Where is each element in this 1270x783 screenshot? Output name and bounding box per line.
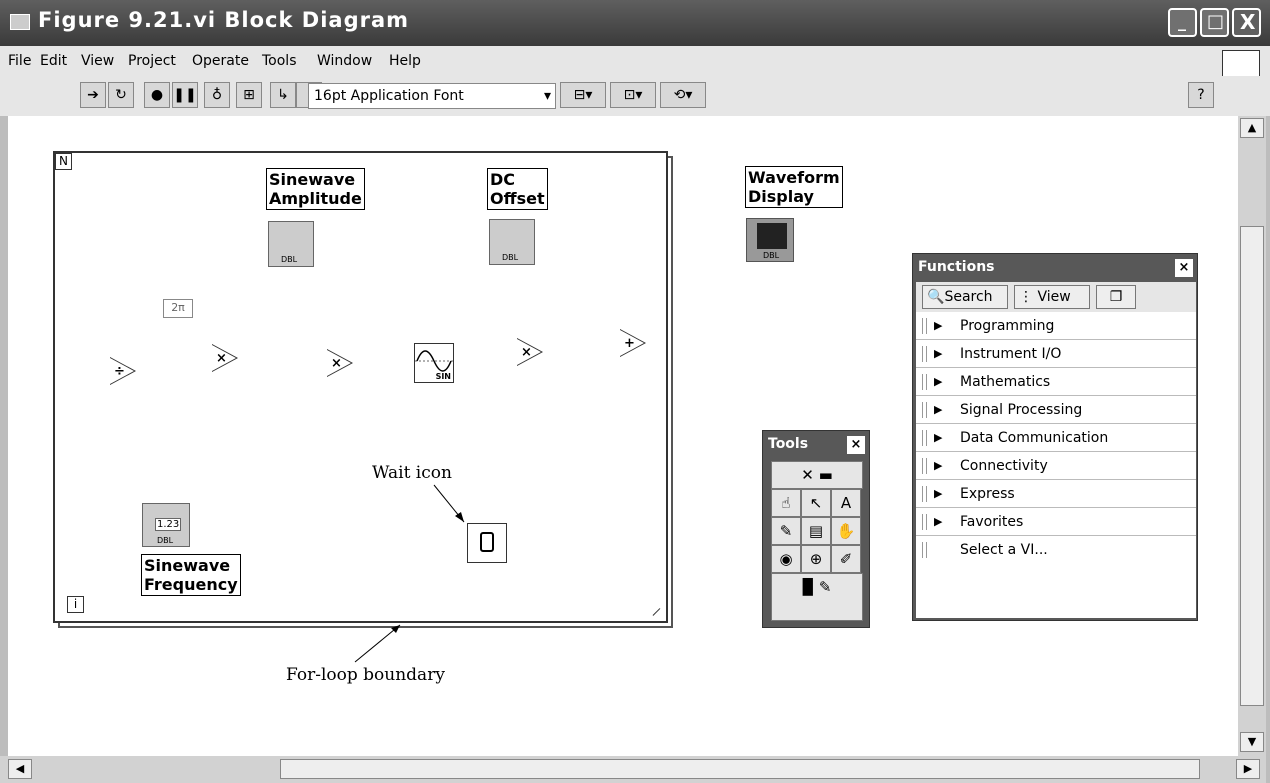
auto-tool-icon[interactable]: ✕ ▬: [771, 461, 863, 489]
expand-icon: ▶: [934, 403, 943, 416]
view-button[interactable]: ⋮ View: [1014, 285, 1090, 309]
position-tool-icon[interactable]: ↖: [801, 489, 831, 517]
expand-icon: ▶: [934, 459, 943, 472]
select-a-vi-item[interactable]: Select a VI...: [916, 536, 1196, 564]
horizontal-scroll-thumb[interactable]: [280, 759, 1200, 779]
scroll-tool-icon[interactable]: ✋: [831, 517, 861, 545]
set-color-tool-icon[interactable]: ▉ ✎: [771, 573, 863, 621]
category-label: Data Communication: [960, 430, 1109, 446]
get-color-tool-icon[interactable]: ✐: [831, 545, 861, 573]
scroll-left-icon[interactable]: ◀: [8, 759, 32, 779]
category-favorites[interactable]: ▶ Favorites: [916, 508, 1196, 536]
tools-palette[interactable]: Tools × ✕ ▬ ☝ ↖ A ✎ ▤ ✋ ◉ ⊕ ✐ ▉ ✎: [762, 430, 870, 628]
functions-palette-title: Functions: [918, 259, 995, 275]
expand-icon: ▶: [934, 375, 943, 388]
category-label: Programming: [960, 318, 1055, 334]
tools-close-icon[interactable]: ×: [847, 436, 865, 454]
for-loop-annotation: For-loop boundary: [286, 665, 445, 685]
category-label: Favorites: [960, 514, 1024, 530]
expand-icon: ▶: [934, 487, 943, 500]
row-grip-icon: [922, 514, 927, 530]
shortcut-menu-tool-icon[interactable]: ▤: [801, 517, 831, 545]
operate-value-tool-icon[interactable]: ☝: [771, 489, 801, 517]
functions-close-icon[interactable]: ×: [1175, 259, 1193, 277]
category-programming[interactable]: ▶ Programming: [916, 312, 1196, 340]
row-grip-icon: [922, 346, 927, 362]
vertical-scrollbar[interactable]: ▲ ▼: [1238, 116, 1266, 756]
category-label: Mathematics: [960, 374, 1051, 390]
breakpoint-tool-icon[interactable]: ◉: [771, 545, 801, 573]
category-label: Express: [960, 486, 1015, 502]
edit-text-tool-icon[interactable]: A: [831, 489, 861, 517]
row-grip-icon: [922, 542, 927, 558]
row-grip-icon: [922, 318, 927, 334]
category-label: Signal Processing: [960, 402, 1083, 418]
expand-icon: ▶: [934, 319, 943, 332]
category-data-communication[interactable]: ▶ Data Communication: [916, 424, 1196, 452]
category-mathematics[interactable]: ▶ Mathematics: [916, 368, 1196, 396]
category-instrument-io[interactable]: ▶ Instrument I/O: [916, 340, 1196, 368]
scroll-down-icon[interactable]: ▼: [1240, 732, 1264, 752]
tools-palette-title: Tools: [768, 436, 809, 452]
category-signal-processing[interactable]: ▶ Signal Processing: [916, 396, 1196, 424]
view-icon: ⋮: [1019, 289, 1033, 305]
search-button[interactable]: 🔍Search: [922, 285, 1008, 309]
view-label: View: [1037, 289, 1071, 305]
horizontal-scrollbar[interactable]: ◀ ▶: [0, 756, 1266, 783]
search-label: Search: [944, 289, 993, 305]
scroll-right-icon[interactable]: ▶: [1236, 759, 1260, 779]
probe-tool-icon[interactable]: ⊕: [801, 545, 831, 573]
row-grip-icon: [922, 458, 927, 474]
row-grip-icon: [922, 430, 927, 446]
functions-palette-toolbar: 🔍Search ⋮ View ❐: [916, 282, 1196, 312]
expand-icon: ▶: [934, 515, 943, 528]
row-grip-icon: [922, 374, 927, 390]
expand-icon: ▶: [934, 431, 943, 444]
scroll-up-icon[interactable]: ▲: [1240, 118, 1264, 138]
row-grip-icon: [922, 486, 927, 502]
category-label: Select a VI...: [960, 542, 1048, 558]
pin-icon[interactable]: ❐: [1096, 285, 1136, 309]
category-connectivity[interactable]: ▶ Connectivity: [916, 452, 1196, 480]
category-label: Connectivity: [960, 458, 1048, 474]
search-icon: 🔍: [927, 289, 945, 305]
category-label: Instrument I/O: [960, 346, 1062, 362]
functions-palette[interactable]: Functions × 🔍Search ⋮ View ❐ ▶ Programmin…: [912, 253, 1198, 621]
row-grip-icon: [922, 402, 927, 418]
connect-wire-tool-icon[interactable]: ✎: [771, 517, 801, 545]
vertical-scroll-thumb[interactable]: [1240, 226, 1264, 706]
expand-icon: ▶: [934, 347, 943, 360]
category-express[interactable]: ▶ Express: [916, 480, 1196, 508]
